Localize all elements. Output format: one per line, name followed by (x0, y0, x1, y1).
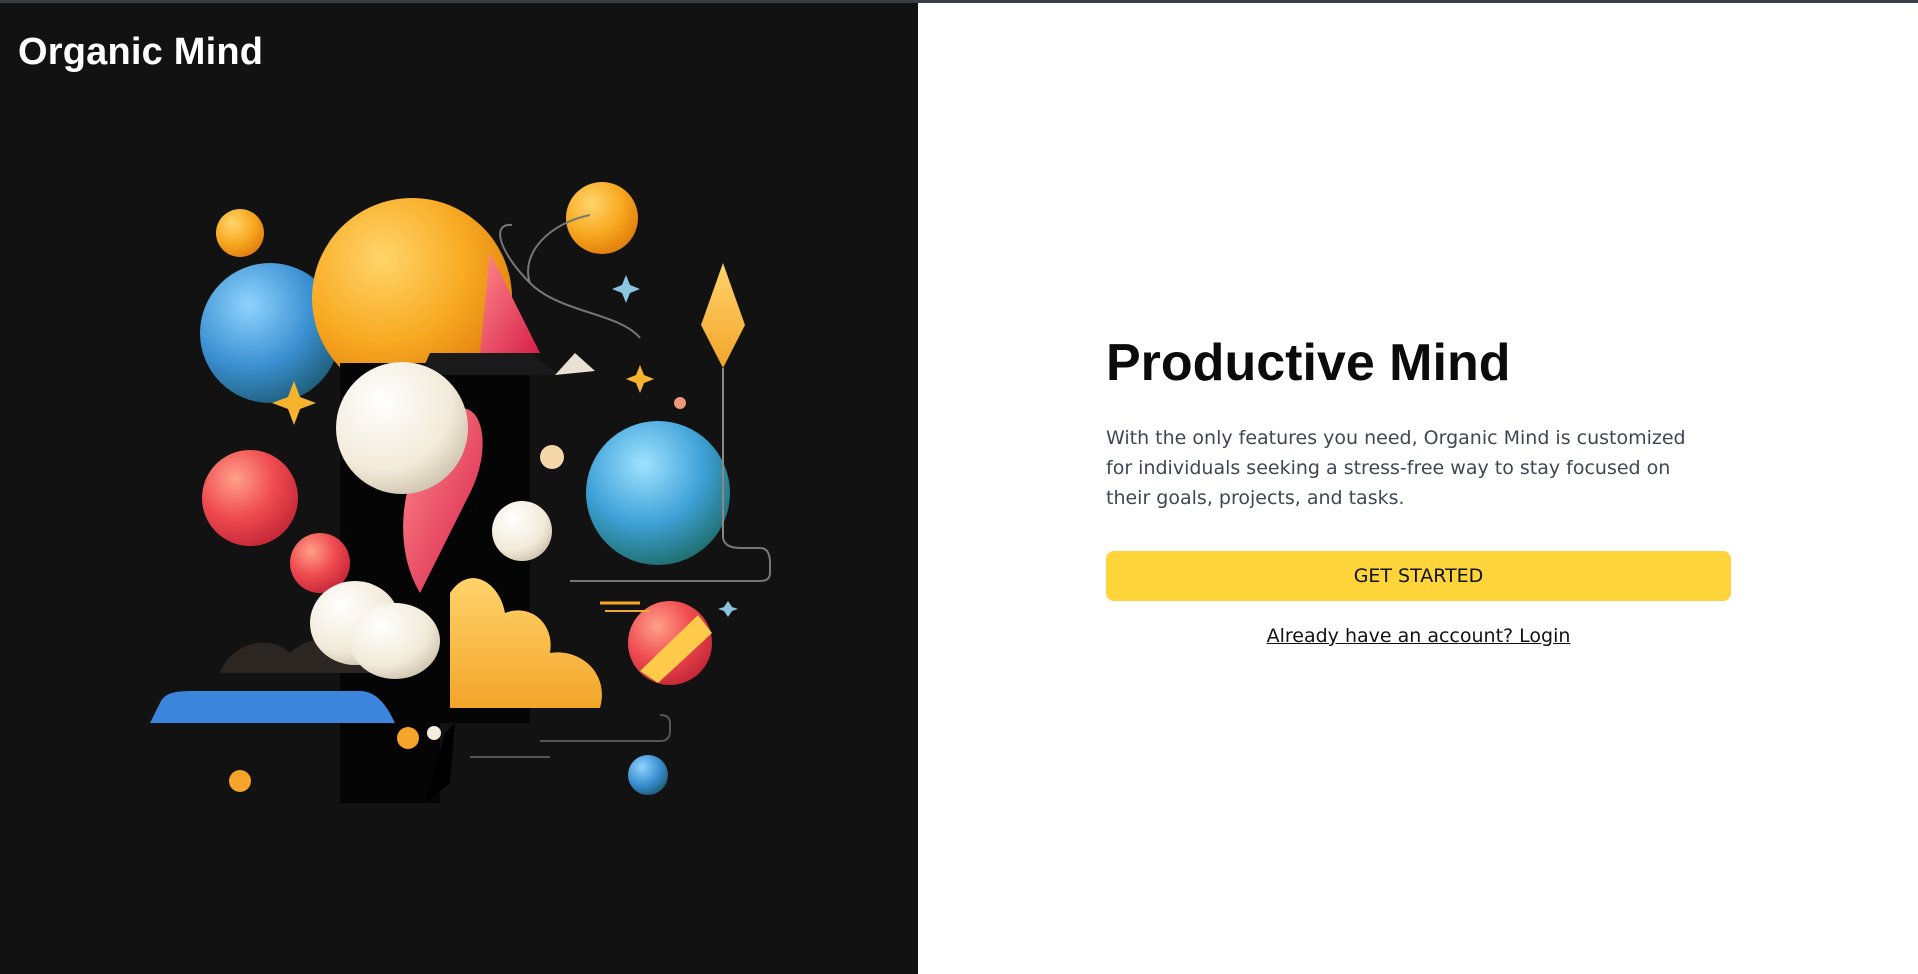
abstract-shapes-illustration (150, 182, 771, 803)
right-content-panel: Productive Mind With the only features y… (918, 3, 1918, 974)
brand-logo[interactable]: Organic Mind (18, 31, 263, 74)
left-hero-panel: Organic Mind (0, 3, 918, 974)
hero-description: With the only features you need, Organic… (1106, 427, 1686, 509)
hero-title: Productive Mind (1106, 334, 1511, 392)
get-started-button[interactable]: GET STARTED (1106, 551, 1731, 601)
login-link[interactable]: Already have an account? Login (1106, 625, 1731, 647)
